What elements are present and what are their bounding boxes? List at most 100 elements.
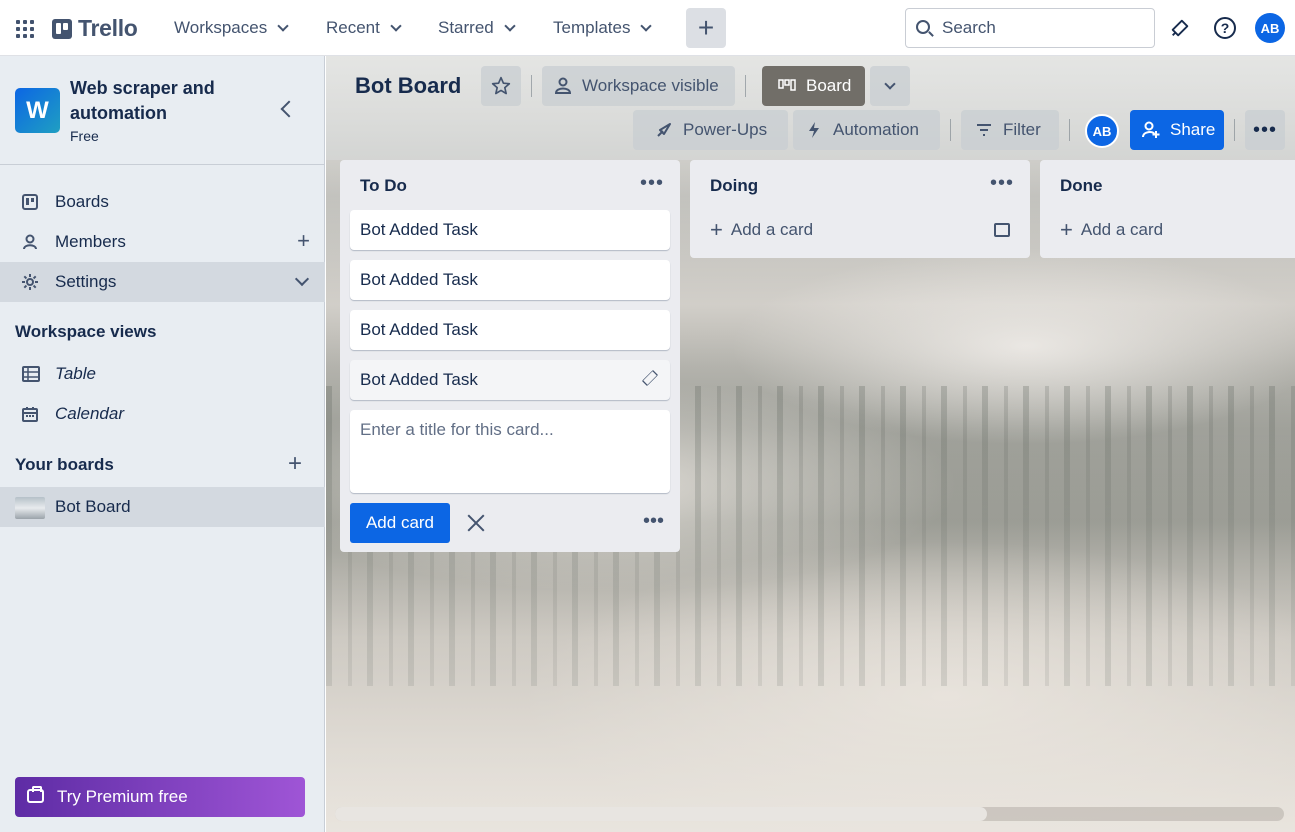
filter-button[interactable]: Filter <box>961 110 1059 150</box>
megaphone-icon <box>1171 19 1189 37</box>
try-premium-button[interactable]: Try Premium free <box>15 777 305 817</box>
card-title: Bot Added Task <box>360 370 478 389</box>
templates-menu-label: Templates <box>553 18 631 37</box>
workspace-logo: W <box>15 88 60 133</box>
visibility-button[interactable]: Workspace visible <box>542 66 735 106</box>
list-menu-icon[interactable]: ••• <box>990 172 1014 195</box>
calendar-icon <box>22 407 38 422</box>
rocket-icon <box>655 121 673 139</box>
table-icon <box>22 366 40 382</box>
star-icon <box>491 76 511 95</box>
list-to-do: To Do ••• Bot Added Task Bot Added Task … <box>340 160 680 552</box>
add-card-button[interactable]: Add card <box>350 503 450 543</box>
chevron-down-icon <box>640 19 653 32</box>
card-composer[interactable] <box>350 410 670 493</box>
sidebar-item-label: Calendar <box>55 404 124 423</box>
search-input[interactable] <box>942 18 1132 38</box>
lightning-icon <box>805 121 823 139</box>
add-member-icon[interactable]: + <box>297 230 310 252</box>
search-box[interactable] <box>905 8 1155 48</box>
add-board-icon[interactable]: + <box>288 452 302 476</box>
members-icon <box>23 234 37 250</box>
board-thumbnail <box>15 497 45 519</box>
board-canvas: Bot Board Workspace visible Board Power-… <box>326 56 1295 832</box>
automation-button[interactable]: Automation <box>793 110 940 150</box>
list-title[interactable]: Done <box>1060 176 1103 196</box>
sidebar-item-members[interactable]: Members + <box>0 222 325 262</box>
starred-menu-label: Starred <box>438 18 494 37</box>
plus-icon: + <box>710 217 723 242</box>
sidebar-item-table[interactable]: Table <box>0 354 325 394</box>
list-title[interactable]: To Do <box>360 176 407 196</box>
power-ups-label: Power-Ups <box>683 120 768 139</box>
list-menu-icon[interactable]: ••• <box>640 172 664 195</box>
board-view-button[interactable]: Board <box>762 66 865 106</box>
add-card-label: Add a card <box>730 220 814 239</box>
premium-label: Try Premium free <box>57 787 188 806</box>
workspaces-menu[interactable]: Workspaces <box>174 12 289 44</box>
sidebar-board-bot-board[interactable]: Bot Board <box>0 487 325 527</box>
composer-more-icon[interactable]: ••• <box>643 510 664 533</box>
recent-menu-label: Recent <box>326 18 380 37</box>
board-icon <box>22 194 38 210</box>
logo-text: Trello <box>78 15 138 41</box>
chevron-down-icon <box>504 19 516 32</box>
workspace-name[interactable]: Web scraper and automation <box>70 76 250 126</box>
share-button[interactable]: Share <box>1130 110 1224 150</box>
card-title: Bot Added Task <box>360 220 478 239</box>
chevron-down-icon <box>390 19 402 32</box>
app-switcher-icon[interactable] <box>12 16 38 42</box>
card[interactable]: Bot Added Task <box>350 310 670 350</box>
gear-icon <box>22 274 38 290</box>
list-done: Done + Add a card <box>1040 160 1295 258</box>
more-icon: ••• <box>1252 118 1277 141</box>
add-person-icon <box>1142 121 1160 139</box>
workspace-plan: Free <box>70 128 99 144</box>
people-icon <box>554 77 572 95</box>
divider <box>745 75 746 97</box>
sidebar-item-settings[interactable]: Settings <box>0 262 325 302</box>
filter-icon <box>975 121 993 139</box>
scrollbar-thumb[interactable] <box>335 807 987 821</box>
card-template-icon[interactable] <box>994 223 1010 237</box>
account-menu[interactable]: AB <box>1254 12 1286 44</box>
card-title: Bot Added Task <box>360 270 478 289</box>
starred-menu[interactable]: Starred <box>438 12 516 44</box>
horizontal-scrollbar[interactable] <box>335 807 1284 821</box>
briefcase-icon <box>27 786 44 803</box>
edit-pencil-icon[interactable] <box>641 369 659 387</box>
add-a-card-button[interactable]: + Add a card <box>1060 219 1163 241</box>
board-header: Bot Board Workspace visible Board Power-… <box>326 56 1295 160</box>
help-button[interactable]: ? <box>1211 14 1239 42</box>
recent-menu[interactable]: Recent <box>326 12 402 44</box>
star-board-button[interactable] <box>481 66 521 106</box>
card-title-input[interactable] <box>360 420 660 480</box>
card-title: Bot Added Task <box>360 320 478 339</box>
workspace-header: W Web scraper and automation Free <box>0 56 325 165</box>
sidebar-item-calendar[interactable]: Calendar <box>0 394 325 434</box>
sidebar-board-label: Bot Board <box>55 497 131 516</box>
list-title[interactable]: Doing <box>710 176 758 196</box>
add-a-card-button[interactable]: + Add a card <box>710 217 814 242</box>
board-member-avatar[interactable]: AB <box>1085 114 1119 148</box>
trello-logo[interactable]: Trello <box>52 15 138 42</box>
card[interactable]: Bot Added Task <box>350 210 670 250</box>
board-menu-button[interactable]: ••• <box>1245 110 1285 150</box>
collapse-sidebar-icon[interactable] <box>280 100 298 118</box>
close-icon[interactable] <box>463 510 489 536</box>
board-title[interactable]: Bot Board <box>355 73 461 99</box>
your-boards-heading: Your boards <box>15 455 114 474</box>
sidebar-item-boards[interactable]: Boards <box>0 182 325 222</box>
card[interactable]: Bot Added Task <box>350 260 670 300</box>
card[interactable]: Bot Added Task <box>350 360 670 400</box>
chevron-down-icon[interactable] <box>294 271 310 287</box>
create-button[interactable]: + <box>686 8 726 48</box>
list-doing: Doing ••• + Add a card <box>690 160 1030 258</box>
templates-menu[interactable]: Templates <box>553 12 653 44</box>
notifications-icon[interactable] <box>1166 14 1194 42</box>
power-ups-button[interactable]: Power-Ups <box>633 110 788 150</box>
board-view-icon <box>778 77 796 95</box>
sidebar-item-label: Boards <box>55 192 109 211</box>
help-icon: ? <box>1214 17 1236 39</box>
views-dropdown-button[interactable] <box>870 66 910 106</box>
